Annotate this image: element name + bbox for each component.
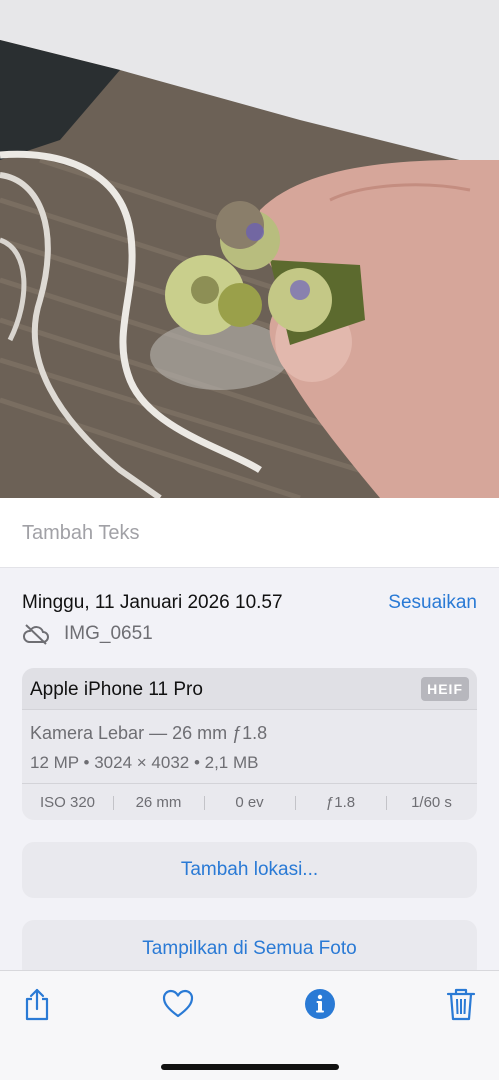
- camera-card-header: Apple iPhone 11 Pro HEIF: [22, 668, 477, 710]
- lens-info: Kamera Lebar — 26 mm ƒ1.8: [30, 723, 268, 743]
- info-icon: [305, 989, 335, 1019]
- trash-icon: [446, 988, 476, 1021]
- device-name: Apple iPhone 11 Pro: [30, 679, 203, 700]
- favorite-button[interactable]: [161, 987, 195, 1021]
- exif-aperture: ƒ1.8: [295, 794, 386, 811]
- exif-exposure-value: 0 ev: [204, 794, 295, 811]
- camera-card-body: Kamera Lebar — 26 mm ƒ1.8 12 MP • 3024 ×…: [22, 710, 477, 784]
- home-indicator[interactable]: [161, 1064, 339, 1070]
- file-row: IMG_0651: [22, 622, 153, 646]
- camera-info-card: Apple iPhone 11 Pro HEIF Kamera Lebar — …: [22, 668, 477, 820]
- image-specs: 12 MP • 3024 × 4032 • 2,1 MB: [30, 753, 259, 772]
- delete-button[interactable]: [444, 987, 478, 1021]
- exif-row: ISO 320 26 mm 0 ev ƒ1.8 1/60 s: [22, 784, 477, 820]
- share-button[interactable]: [20, 987, 54, 1021]
- photo-image[interactable]: [0, 0, 499, 498]
- exif-shutter-speed: 1/60 s: [386, 794, 477, 811]
- info-button[interactable]: [303, 987, 337, 1021]
- bottom-toolbar: [0, 970, 499, 1080]
- exif-focal-length: 26 mm: [113, 794, 204, 811]
- file-name: IMG_0651: [64, 623, 153, 644]
- caption-placeholder: Tambah Teks: [22, 522, 140, 544]
- add-location-button[interactable]: Tambah lokasi...: [22, 842, 477, 898]
- heart-icon: [162, 989, 194, 1018]
- caption-field[interactable]: Tambah Teks: [0, 498, 499, 568]
- format-badge: HEIF: [421, 677, 469, 701]
- cloud-off-icon: [23, 624, 49, 645]
- photo-datetime: Minggu, 11 Januari 2026 10.57: [22, 592, 283, 613]
- share-icon: [25, 988, 49, 1021]
- exif-iso: ISO 320: [39, 793, 96, 811]
- info-panel: Minggu, 11 Januari 2026 10.57 Sesuaikan …: [0, 568, 499, 980]
- adjust-button[interactable]: Sesuaikan: [388, 592, 477, 614]
